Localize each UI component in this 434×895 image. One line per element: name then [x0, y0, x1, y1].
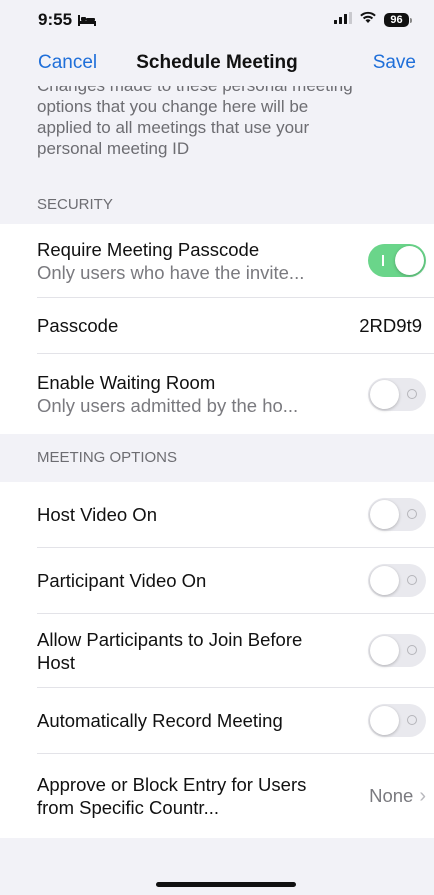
participant-video-label: Participant Video On: [37, 570, 207, 591]
cancel-button[interactable]: Cancel: [38, 52, 97, 74]
battery-level: 96: [384, 13, 409, 27]
waiting-room-subtitle: Only users admitted by the ho...: [37, 395, 299, 416]
security-group: Require Meeting Passcode Only users who …: [0, 224, 434, 434]
section-header-security: SECURITY: [37, 196, 113, 213]
note-line: Changes made to these personal meeting: [37, 86, 394, 96]
country-entry-value: None: [369, 785, 414, 806]
country-entry-row[interactable]: Approve or Block Entry for Users from Sp…: [0, 754, 434, 838]
passcode-label: Passcode: [37, 315, 119, 336]
note-line: applied to all meetings that use your: [37, 118, 310, 137]
join-before-host-row[interactable]: Allow Participants to Join Before Host: [0, 614, 434, 688]
chevron-right-icon: ›: [419, 784, 426, 807]
battery-icon: 96: [384, 13, 412, 27]
clock: 9:55: [38, 10, 73, 29]
status-icons: 96: [334, 11, 412, 29]
waiting-room-label: Enable Waiting Room: [37, 372, 216, 393]
host-video-row[interactable]: Host Video On: [0, 482, 434, 548]
nav-bar: Cancel Schedule Meeting Save: [0, 40, 434, 86]
bed-icon: [78, 14, 97, 26]
require-passcode-toggle[interactable]: [368, 244, 426, 277]
passcode-row[interactable]: Passcode 2RD9t9: [0, 298, 434, 354]
participant-video-toggle[interactable]: [368, 564, 426, 597]
passcode-value[interactable]: 2RD9t9: [359, 315, 422, 337]
auto-record-label: Automatically Record Meeting: [37, 710, 283, 731]
join-before-host-toggle[interactable]: [368, 634, 426, 667]
note-line: personal meeting ID: [37, 139, 190, 158]
participant-video-row[interactable]: Participant Video On: [0, 548, 434, 614]
status-bar: 9:55 96: [0, 0, 434, 40]
country-entry-label: Approve or Block Entry for Users from Sp…: [37, 774, 307, 818]
auto-record-row[interactable]: Automatically Record Meeting: [0, 688, 434, 754]
host-video-label: Host Video On: [37, 504, 157, 525]
settings-scroll[interactable]: Changes made to these personal meeting o…: [0, 86, 434, 838]
personal-id-note: Changes made to these personal meeting o…: [0, 86, 434, 186]
status-time: 9:55: [38, 10, 97, 30]
section-header-meeting-options: MEETING OPTIONS: [37, 449, 178, 466]
host-video-toggle[interactable]: [368, 498, 426, 531]
join-before-host-label: Allow Participants to Join Before Host: [37, 628, 303, 673]
auto-record-toggle[interactable]: [368, 704, 426, 737]
signal-icon: [334, 11, 352, 29]
home-indicator[interactable]: [156, 882, 296, 887]
require-passcode-subtitle: Only users who have the invite...: [37, 261, 305, 283]
require-passcode-label: Require Meeting Passcode: [37, 238, 260, 260]
waiting-room-row[interactable]: Enable Waiting Room Only users admitted …: [0, 354, 434, 434]
wifi-icon: [359, 11, 377, 29]
save-button[interactable]: Save: [373, 52, 416, 74]
require-passcode-row[interactable]: Require Meeting Passcode Only users who …: [0, 224, 434, 298]
meeting-options-group: Host Video On Participant Video On Allow…: [0, 482, 434, 838]
page-title: Schedule Meeting: [136, 52, 298, 73]
waiting-room-toggle[interactable]: [368, 377, 426, 411]
note-line: options that you change here will be: [37, 97, 309, 116]
